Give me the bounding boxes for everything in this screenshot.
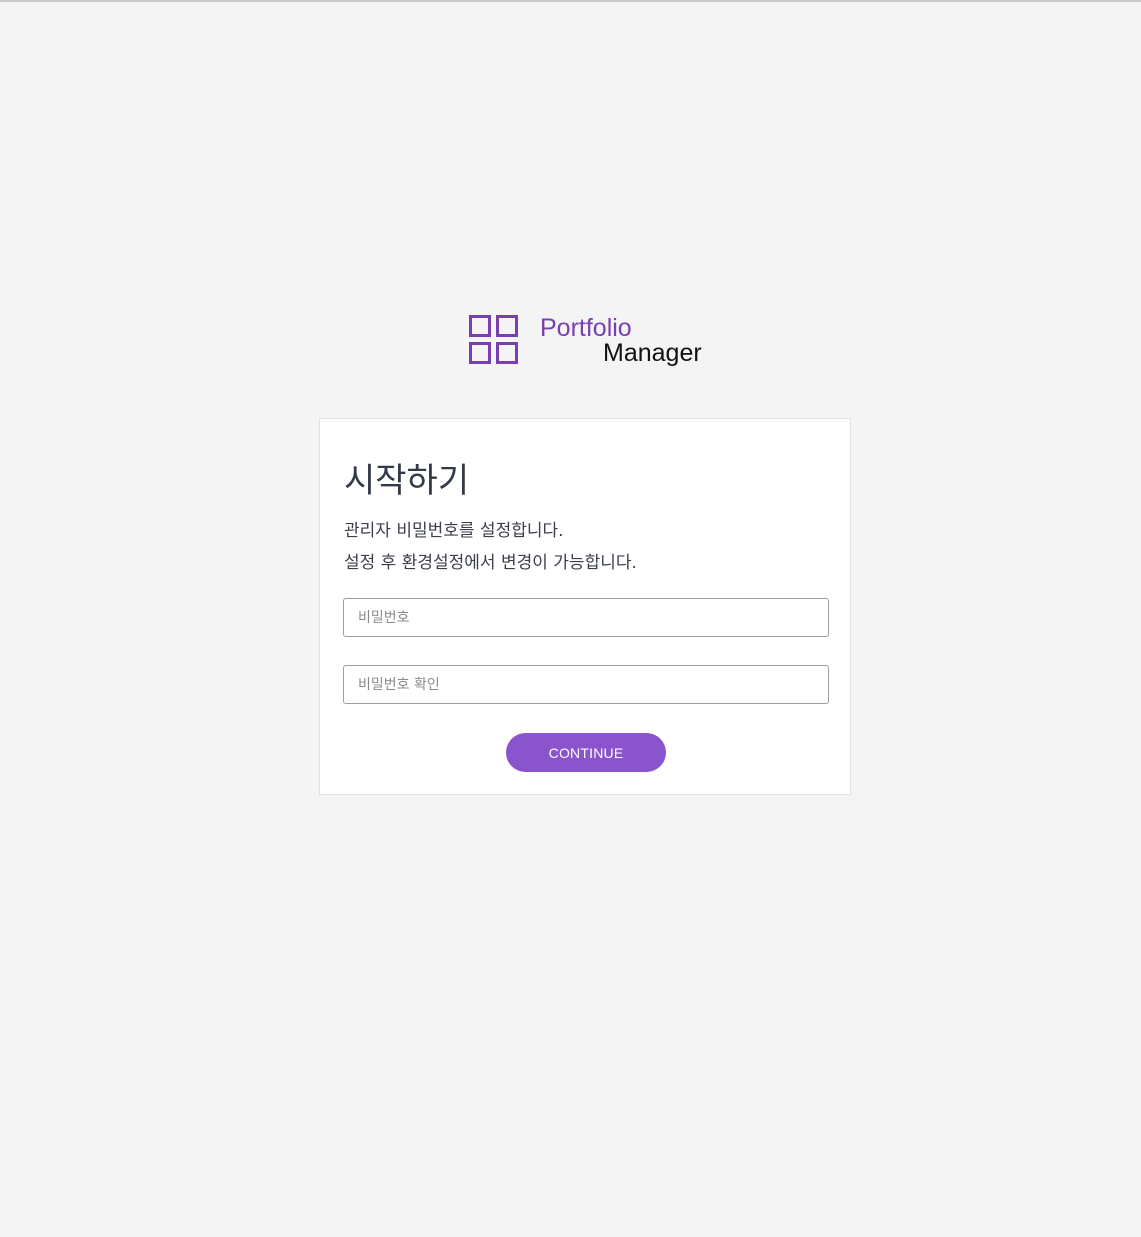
page-title: 시작하기 xyxy=(344,461,470,501)
continue-button[interactable]: CONTINUE xyxy=(506,733,666,772)
brand-logo: Portfolio Manager xyxy=(469,313,709,373)
top-divider xyxy=(0,0,1141,2)
setup-card: 시작하기 관리자 비밀번호를 설정합니다. 설정 후 환경설정에서 변경이 가능… xyxy=(319,418,851,795)
four-squares-grid-icon xyxy=(469,315,518,364)
brand-name-line2: Manager xyxy=(603,339,702,367)
password-confirm-input[interactable] xyxy=(343,665,829,704)
password-input[interactable] xyxy=(343,598,829,637)
description-line-2: 설정 후 환경설정에서 변경이 가능합니다. xyxy=(344,553,637,573)
description-line-1: 관리자 비밀번호를 설정합니다. xyxy=(344,521,564,541)
